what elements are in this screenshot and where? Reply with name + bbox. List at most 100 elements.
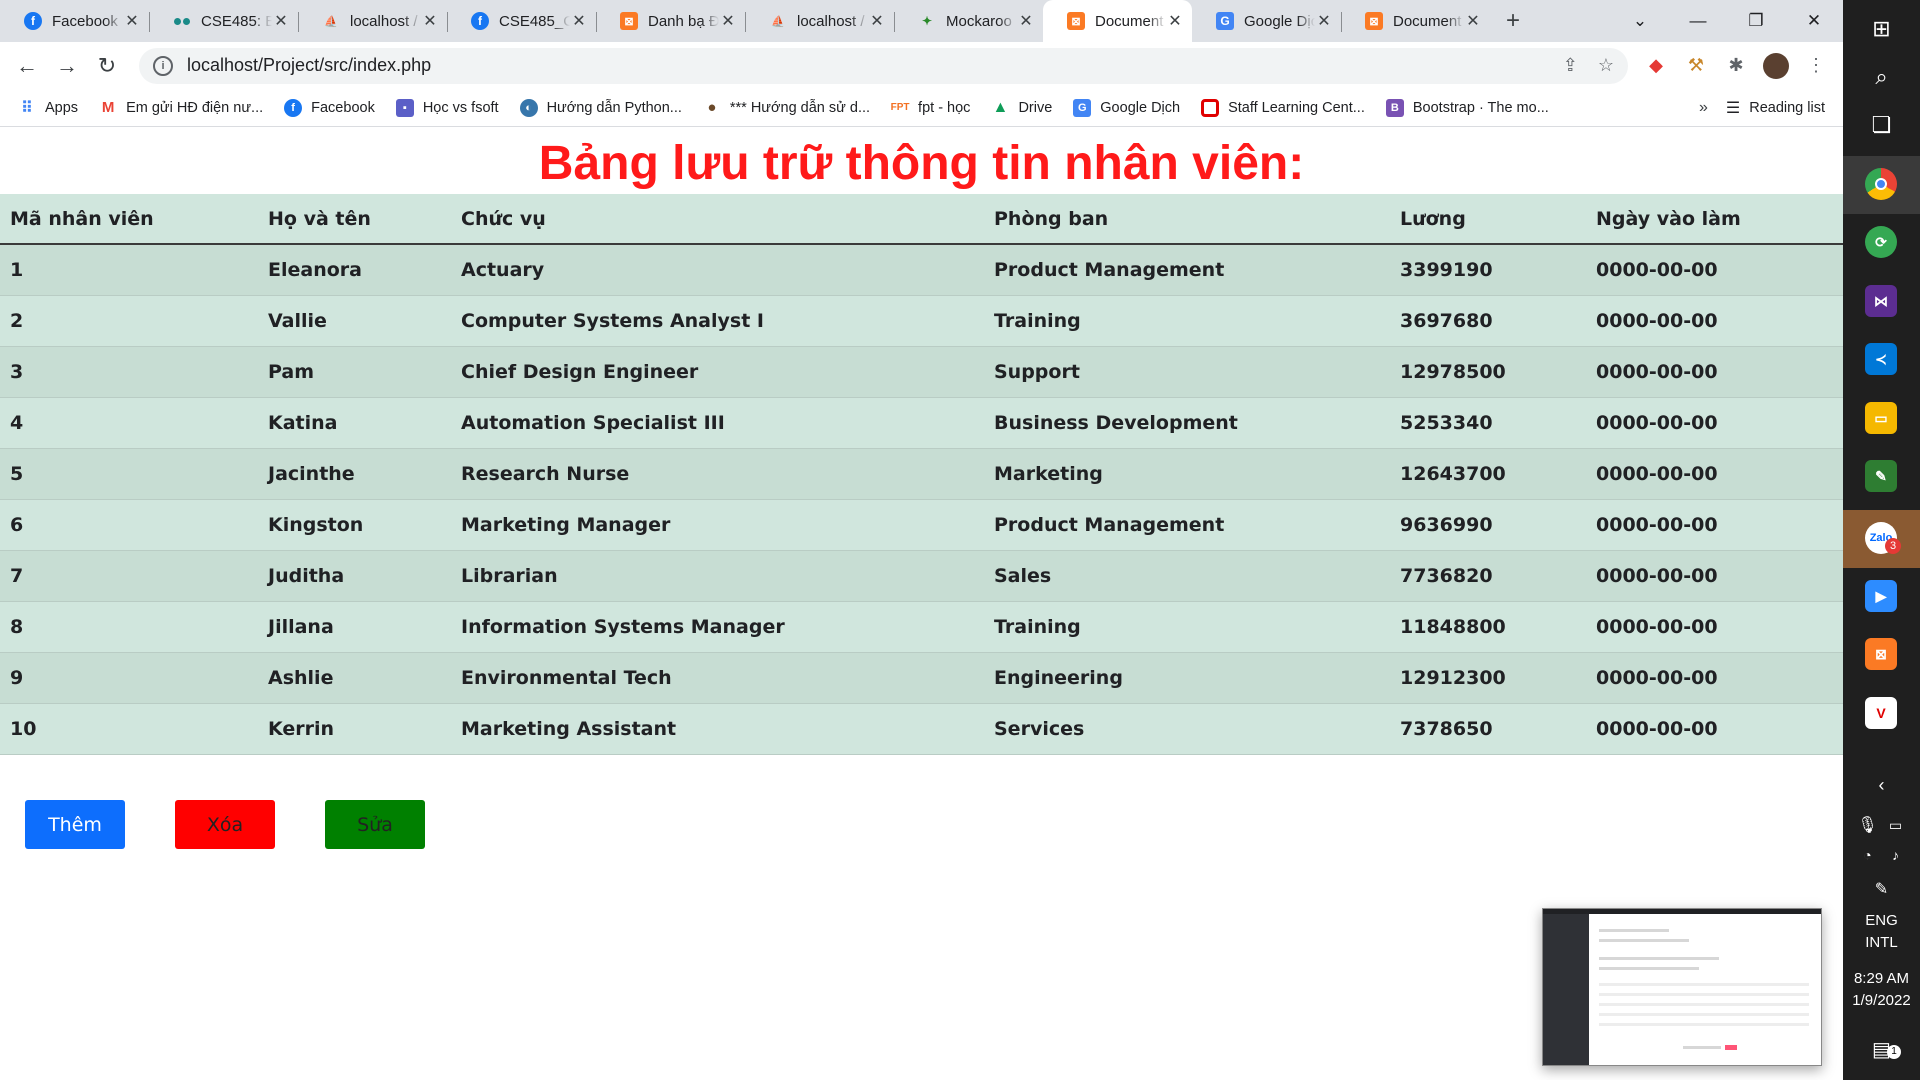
cell-start-date: 0000-00-00 [1586, 652, 1843, 704]
close-icon[interactable]: ✕ [1017, 11, 1035, 31]
close-icon[interactable]: ✕ [123, 11, 141, 31]
cell-name: Kerrin [258, 703, 451, 755]
tab-google-dich[interactable]: G Google Dịch ✕ [1192, 0, 1341, 42]
forward-button[interactable]: → [47, 46, 87, 86]
bookmark-label: fpt - học [918, 99, 971, 116]
cell-name: Katina [258, 397, 451, 449]
cell-start-date: 0000-00-00 [1586, 499, 1843, 551]
bookmark-apps[interactable]: ⠿ Apps [18, 99, 78, 117]
tab-danh-ba[interactable]: ⊠ Danh bạ Đ ✕ [596, 0, 745, 42]
close-icon[interactable]: ✕ [1464, 11, 1482, 31]
close-icon[interactable]: ✕ [421, 11, 439, 31]
reading-list-button[interactable]: ☰ Reading list [1726, 98, 1825, 118]
tab-localhost-1[interactable]: ⛵ localhost / 1 ✕ [298, 0, 447, 42]
extension-vpn-icon[interactable]: ◆ [1636, 46, 1676, 86]
restore-button[interactable]: ❐ [1727, 0, 1785, 42]
close-window-button[interactable]: ✕ [1785, 0, 1843, 42]
xampp-icon[interactable]: ⊠ [1865, 638, 1897, 670]
clock-time: 8:29 AM [1853, 970, 1910, 987]
cell-department: Training [984, 601, 1390, 653]
bookmark-google-dich[interactable]: G Google Dịch [1073, 98, 1180, 117]
tab-document-active[interactable]: ⊠ Document ✕ [1043, 0, 1192, 42]
bookmark-python[interactable]: ◐ Hướng dẫn Python... [519, 98, 682, 117]
close-icon[interactable]: ✕ [570, 11, 588, 31]
pen-icon[interactable]: ✎ [1843, 874, 1920, 904]
cell-id: 3 [0, 346, 258, 398]
close-icon[interactable]: ✕ [1166, 11, 1184, 31]
reload-button[interactable]: ↻ [87, 46, 127, 86]
bookmark-fpt[interactable]: FPT fpt - học [891, 99, 971, 117]
address-bar[interactable]: i localhost/Project/src/index.php ⇪ ☆ [139, 47, 1628, 84]
tab-mockaroo[interactable]: ✦ Mockaroo ✕ [894, 0, 1043, 42]
bookmarks-overflow-chevron[interactable]: » [1699, 99, 1708, 117]
show-hidden-icons-chevron[interactable]: ‹ [1843, 770, 1920, 800]
delete-button[interactable]: Xóa [175, 800, 275, 849]
thumbnail-line [1599, 967, 1699, 970]
bookmark-huong-dan[interactable]: ● *** Hướng dẫn sử d... [703, 99, 870, 117]
bookmark-facebook[interactable]: f Facebook [284, 98, 375, 117]
cell-id: 8 [0, 601, 258, 653]
edit-button[interactable]: Sửa [325, 800, 425, 849]
tab-facebook[interactable]: f Facebook ✕ [0, 0, 149, 42]
bookmark-label: Hướng dẫn Python... [546, 99, 682, 116]
tab-document-2[interactable]: ⊠ Document ✕ [1341, 0, 1490, 42]
zoom-icon[interactable]: ▶ [1865, 580, 1897, 612]
cell-id: 5 [0, 448, 258, 500]
file-explorer-icon[interactable]: ▭ [1865, 402, 1897, 434]
bookmarks-bar: ⠿ Apps M Em gửi HĐ điện nư... f Facebook ▪ H… [0, 89, 1843, 127]
back-button[interactable]: ← [7, 46, 47, 86]
vietkey-icon[interactable]: V [1865, 697, 1897, 729]
cell-name: Jacinthe [258, 448, 451, 500]
vscode-icon[interactable]: ≺ [1865, 343, 1897, 375]
bookmark-star-icon[interactable]: ☆ [1598, 55, 1614, 76]
bookmark-staff-learning[interactable]: Staff Learning Cent... [1201, 98, 1365, 117]
cell-id: 1 [0, 244, 258, 296]
clock[interactable]: 8:29 AM 1/9/2022 [1843, 968, 1920, 1012]
close-icon[interactable]: ✕ [719, 11, 737, 31]
oracle-icon [1201, 98, 1220, 117]
tab-search-chevron-icon[interactable]: ⌄ [1611, 0, 1669, 42]
cell-salary: 12643700 [1390, 448, 1586, 500]
cell-salary: 12912300 [1390, 652, 1586, 704]
cell-start-date: 0000-00-00 [1586, 244, 1843, 296]
close-icon[interactable]: ✕ [868, 11, 886, 31]
menu-kebab-icon[interactable]: ⋮ [1796, 46, 1836, 86]
window-preview-thumbnail[interactable] [1542, 908, 1822, 1066]
action-center-icon[interactable]: ▤ [1843, 1020, 1920, 1078]
bookmark-hoc-vs-fsoft[interactable]: ▪ Học vs fsoft [395, 98, 499, 117]
sticky-app-icon[interactable]: ✎ [1865, 460, 1897, 492]
close-icon[interactable]: ✕ [272, 11, 290, 31]
bookmark-gmail[interactable]: M Em gửi HĐ điện nư... [99, 99, 263, 117]
thumbnail-line [1599, 929, 1669, 932]
extension-hammer-icon[interactable]: ⚒ [1676, 46, 1716, 86]
extensions-puzzle-icon[interactable]: ✱ [1716, 46, 1756, 86]
battery-icon[interactable]: ▭ [1857, 810, 1920, 840]
bookmark-drive[interactable]: ▲ Drive [991, 99, 1053, 117]
cell-salary: 7736820 [1390, 550, 1586, 602]
volume-icon[interactable]: ♪ [1857, 840, 1920, 870]
profile-avatar[interactable] [1756, 46, 1796, 86]
new-tab-button[interactable]: + [1490, 0, 1536, 42]
tab-title: localhost / 1 [797, 12, 868, 30]
minimize-button[interactable]: — [1669, 0, 1727, 42]
google-translate-icon: G [1216, 12, 1234, 30]
chrome-icon[interactable] [1865, 168, 1897, 200]
tab-cse485-cc[interactable]: f CSE485_CC ✕ [447, 0, 596, 42]
bookmark-label: Học vs fsoft [422, 99, 499, 116]
cell-department: Services [984, 703, 1390, 755]
visual-studio-icon[interactable]: ⋈ [1865, 285, 1897, 317]
bookmark-bootstrap[interactable]: B Bootstrap · The mo... [1385, 98, 1549, 117]
share-icon[interactable]: ⇪ [1563, 55, 1578, 76]
tab-localhost-2[interactable]: ⛵ localhost / 1 ✕ [745, 0, 894, 42]
add-button[interactable]: Thêm [25, 800, 125, 849]
task-view-icon[interactable]: ❏ [1843, 96, 1920, 154]
cell-name: Juditha [258, 550, 451, 602]
cell-position: Chief Design Engineer [451, 346, 984, 398]
tab-cse485[interactable]: CSE485: Bài ✕ [149, 0, 298, 42]
python-icon: ◐ [519, 98, 538, 117]
git-app-icon[interactable]: ⟳ [1865, 226, 1897, 258]
close-icon[interactable]: ✕ [1315, 11, 1333, 31]
language-indicator[interactable]: ENG INTL [1843, 910, 1920, 954]
col-header-start-date: Ngày vào làm [1586, 194, 1843, 245]
site-info-icon[interactable]: i [153, 55, 173, 76]
